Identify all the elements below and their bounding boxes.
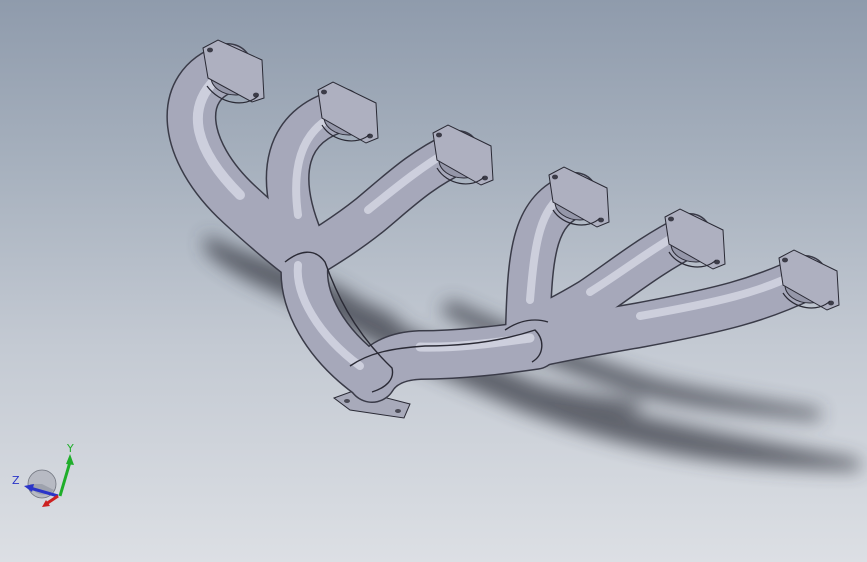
z-axis-label: Z (12, 474, 20, 487)
runner-pipes[interactable] (167, 44, 827, 402)
3d-viewport[interactable]: Y Z (0, 0, 867, 562)
exhaust-manifold-model[interactable] (0, 0, 867, 562)
y-axis-arrow (58, 461, 72, 497)
y-axis-head (66, 454, 74, 465)
y-axis-label: Y (66, 442, 74, 455)
runner-3 (279, 131, 479, 283)
orientation-triad[interactable]: Y Z (12, 440, 82, 512)
